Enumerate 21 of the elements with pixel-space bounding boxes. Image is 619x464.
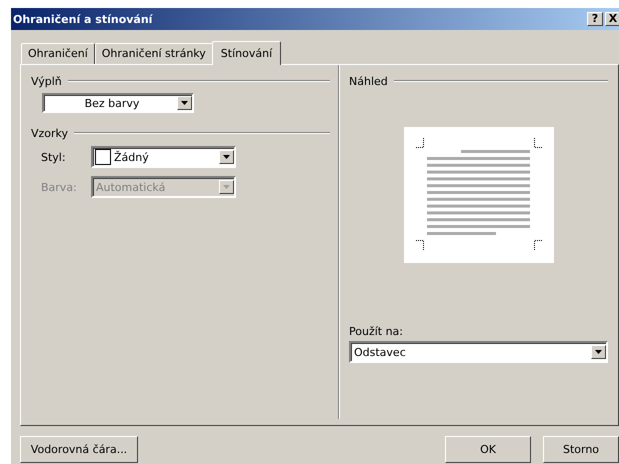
caret-icon <box>595 350 602 354</box>
group-label: Vzorky <box>31 126 68 140</box>
group-label: Výplň <box>31 74 62 88</box>
tab[interactable]: Stínování <box>212 41 282 65</box>
caret-icon <box>223 185 230 189</box>
field-label: Použít na: <box>349 325 404 338</box>
caret-icon <box>223 155 230 159</box>
button[interactable]: Storno <box>543 436 619 463</box>
group-label: Náhled <box>349 74 388 88</box>
close-button[interactable]: X <box>605 12 619 26</box>
help-button[interactable]: ? <box>587 12 603 26</box>
field-label: Styl: <box>41 150 67 164</box>
style-dropdown[interactable]: Žádný <box>91 146 236 168</box>
field-label: Barva: <box>41 180 78 194</box>
button[interactable]: OK <box>445 436 531 463</box>
tab[interactable]: Ohraničení <box>21 43 95 64</box>
window-title: Ohraničení a stínování <box>13 12 152 26</box>
fill-dropdown[interactable]: Bez barvy <box>42 93 194 113</box>
button[interactable]: Vodorovná čára... <box>20 436 138 463</box>
caret-icon <box>181 101 188 105</box>
apply-to-dropdown[interactable]: Odstavec <box>349 341 608 363</box>
